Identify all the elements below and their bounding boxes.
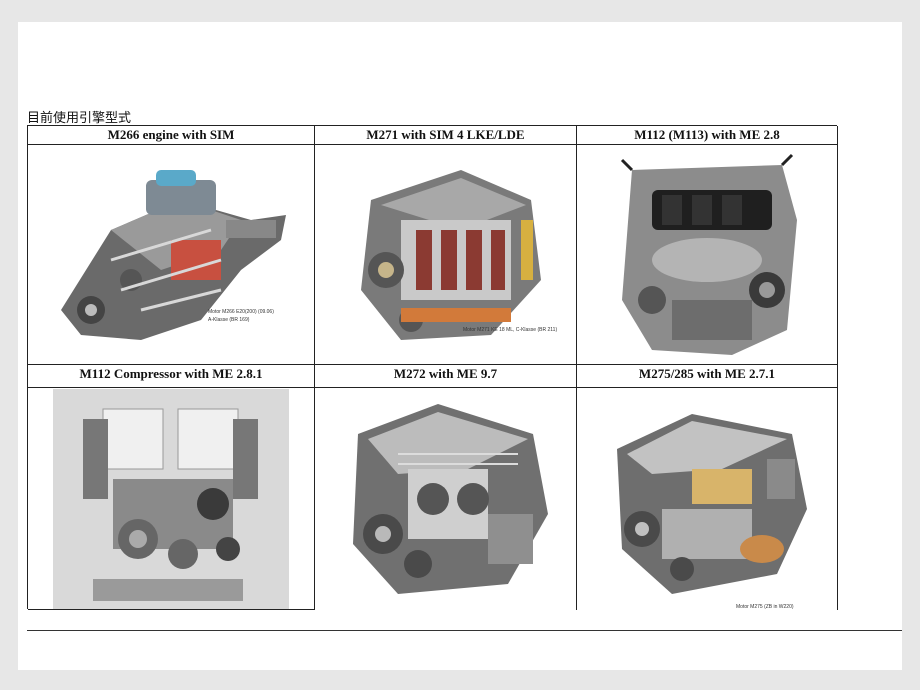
m275-285-engine-illustration <box>617 414 807 594</box>
m112-compressor-engine-render <box>53 388 289 609</box>
image-caption: Motor M271 KE 18 ML, C-Klasse (BR 211) <box>463 327 558 333</box>
engine-label-m112: M112 (M113) with ME 2.8 <box>577 126 838 145</box>
m271-engine-illustration <box>360 169 541 340</box>
footer-rule <box>27 630 902 631</box>
engine-image-m266: Motor M266 E20(200) (09.06) A-Klasse (BR… <box>28 145 315 365</box>
engine-label-m266: M266 engine with SIM <box>28 126 315 145</box>
engine-image-m271: Motor M271 KE 18 ML, C-Klasse (BR 211) <box>315 145 577 365</box>
image-caption: Motor M275 (ZB in W220) <box>736 604 794 610</box>
engine-label-m272: M272 with ME 9.7 <box>315 365 577 388</box>
engine-table: M266 engine with SIM M271 with SIM 4 LKE… <box>27 125 838 610</box>
engine-label-m112-compressor: M112 Compressor with ME 2.8.1 <box>28 365 315 388</box>
m266-engine-illustration <box>61 169 286 340</box>
engine-label-m271: M271 with SIM 4 LKE/LDE <box>315 126 577 145</box>
m272-engine-illustration <box>353 404 548 594</box>
engine-image-m112-compressor <box>28 388 315 610</box>
engine-label-m275-285: M275/285 with ME 2.7.1 <box>577 365 838 388</box>
page-heading: 目前使用引擎型式 <box>27 111 132 126</box>
engine-image-m112 <box>577 145 838 365</box>
engine-image-m272 <box>315 388 577 610</box>
m112-engine-photo <box>620 153 797 355</box>
image-caption: Motor M266 E20(200) (09.06) <box>208 309 274 315</box>
image-caption: A-Klasse (BR 169) <box>208 317 250 323</box>
engine-image-m275-285 <box>577 388 838 610</box>
